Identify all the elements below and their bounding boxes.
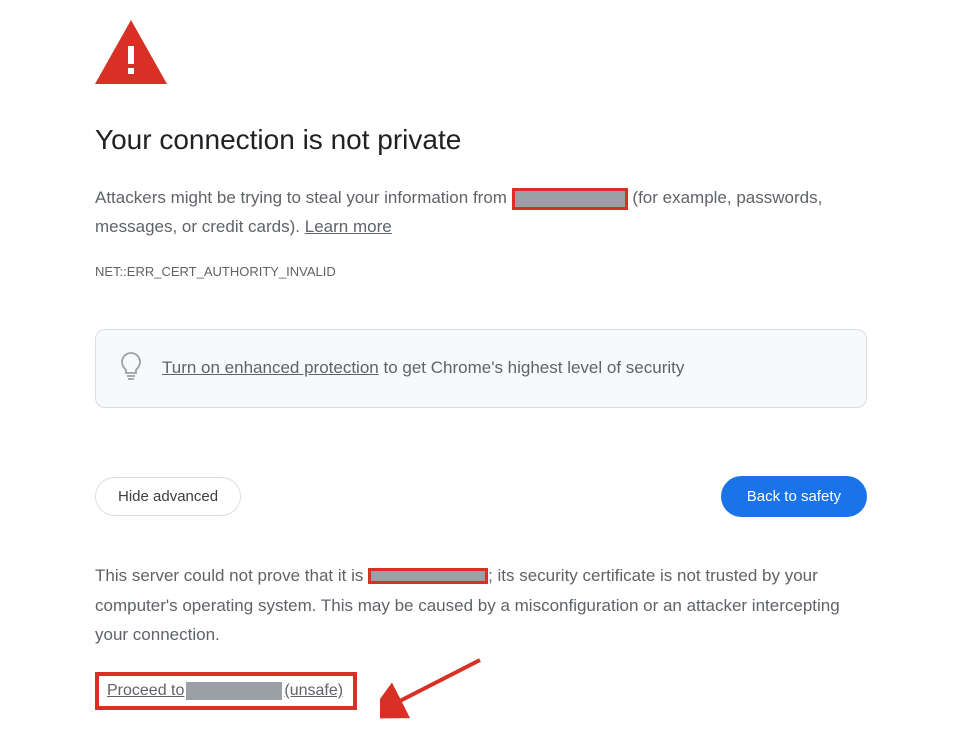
proceed-prefix: Proceed to xyxy=(107,682,184,700)
back-to-safety-button[interactable]: Back to safety xyxy=(721,476,867,517)
redacted-domain-2 xyxy=(368,568,488,584)
warning-triangle-icon xyxy=(95,20,867,89)
description-prefix: Attackers might be trying to steal your … xyxy=(95,188,512,207)
page-title: Your connection is not private xyxy=(95,124,867,156)
protection-suffix: to get Chrome's highest level of securit… xyxy=(379,358,685,377)
error-code: NET::ERR_CERT_AUTHORITY_INVALID xyxy=(95,264,867,279)
learn-more-link[interactable]: Learn more xyxy=(305,217,392,236)
advanced-explanation: This server could not prove that it is ;… xyxy=(95,561,867,650)
button-row: Hide advanced Back to safety xyxy=(95,476,867,517)
advanced-prefix: This server could not prove that it is xyxy=(95,566,368,585)
proceed-unsafe-link[interactable]: Proceed to (unsafe) xyxy=(107,682,343,700)
proceed-suffix: (unsafe) xyxy=(284,682,343,700)
enhanced-protection-link[interactable]: Turn on enhanced protection xyxy=(162,358,379,377)
protection-text: Turn on enhanced protection to get Chrom… xyxy=(162,358,684,378)
hide-advanced-button[interactable]: Hide advanced xyxy=(95,477,241,516)
redacted-domain-1 xyxy=(512,188,628,210)
warning-description: Attackers might be trying to steal your … xyxy=(95,184,867,242)
proceed-highlight-box: Proceed to (unsafe) xyxy=(95,672,357,710)
redacted-domain-3 xyxy=(186,682,282,700)
lightbulb-icon xyxy=(120,352,142,385)
interstitial-container: Your connection is not private Attackers… xyxy=(0,0,962,710)
enhanced-protection-banner: Turn on enhanced protection to get Chrom… xyxy=(95,329,867,408)
